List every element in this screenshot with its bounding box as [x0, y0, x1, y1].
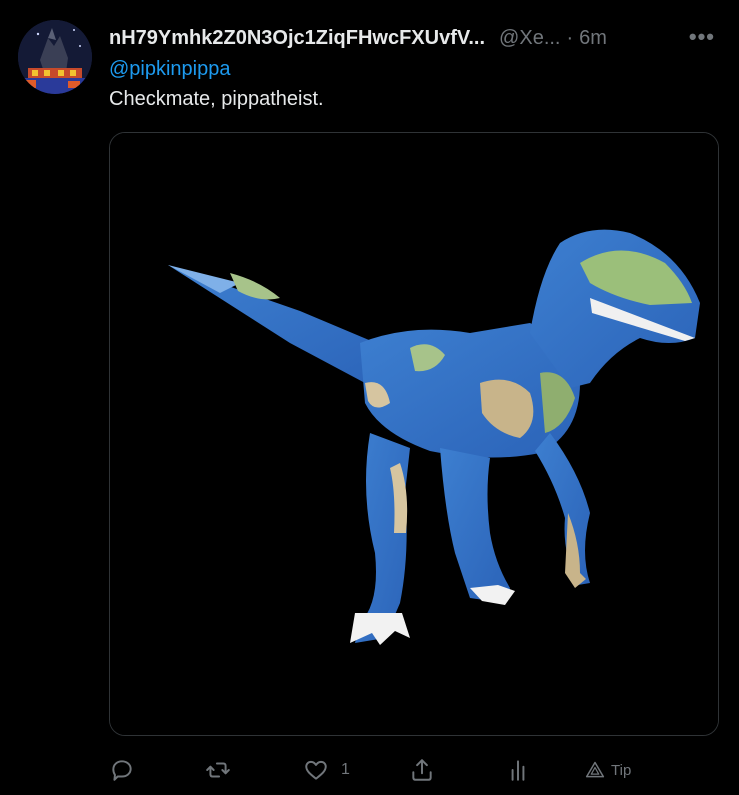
tip-label: Tip [611, 761, 632, 779]
tip-button[interactable]: Tip [585, 752, 631, 788]
timestamp[interactable]: 6m [579, 27, 607, 50]
more-options-icon[interactable]: ••• [689, 24, 715, 50]
share-button[interactable] [409, 752, 435, 788]
analytics-icon [511, 760, 525, 781]
like-button[interactable]: 1 [303, 752, 350, 788]
reply-icon [112, 760, 132, 781]
tweet-text: Checkmate, pippatheist. [109, 88, 324, 110]
share-icon [412, 759, 432, 781]
separator-dot: · [566, 26, 574, 49]
heart-icon [305, 760, 327, 780]
action-bar: 1 Tip [109, 752, 669, 788]
avatar-image [18, 20, 92, 94]
like-count: 1 [341, 761, 350, 778]
display-name[interactable]: nH79Ymhk2Z0N3Ojc1ZiqFHwcFXUvfV... [109, 27, 485, 50]
mention-link[interactable]: @pipkinpippa [109, 58, 231, 81]
tweet-header: nH79Ymhk2Z0N3Ojc1ZiqFHwcFXUvfV... @Xe...… [109, 24, 721, 52]
user-handle[interactable]: @Xe... [499, 27, 560, 50]
dinosaur-earth-image [110, 133, 718, 735]
avatar[interactable] [18, 20, 92, 94]
tip-icon [585, 761, 605, 778]
retweet-button[interactable] [205, 752, 243, 788]
analytics-button[interactable] [505, 752, 531, 788]
retweet-icon [206, 762, 230, 778]
tweet-media[interactable] [109, 132, 719, 736]
reply-button[interactable] [109, 752, 147, 788]
